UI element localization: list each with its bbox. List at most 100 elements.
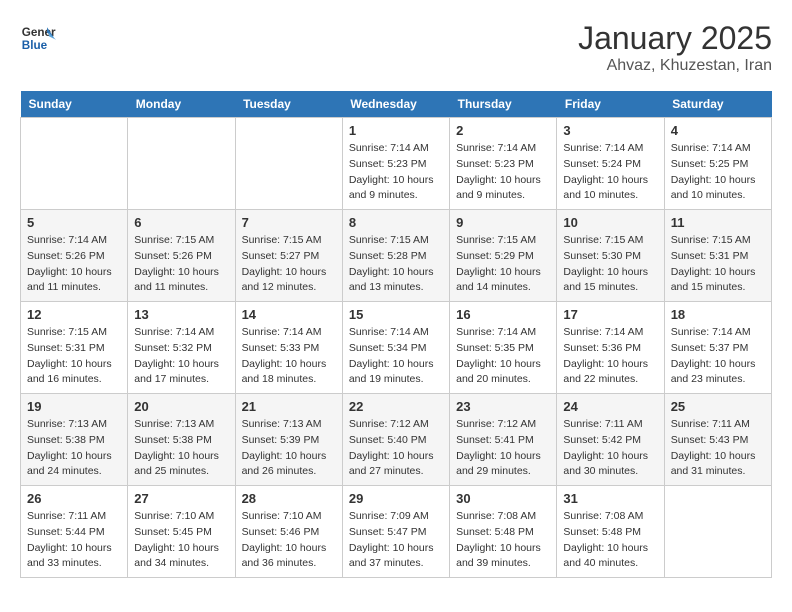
day-number: 22 xyxy=(349,399,443,414)
calendar-cell: 8 Sunrise: 7:15 AMSunset: 5:28 PMDaylight… xyxy=(342,210,449,302)
day-number: 4 xyxy=(671,123,765,138)
calendar-cell: 16 Sunrise: 7:14 AMSunset: 5:35 PMDayligh… xyxy=(450,302,557,394)
day-number: 13 xyxy=(134,307,228,322)
calendar-cell xyxy=(21,118,128,210)
calendar-cell: 21 Sunrise: 7:13 AMSunset: 5:39 PMDayligh… xyxy=(235,394,342,486)
calendar-cell: 9 Sunrise: 7:15 AMSunset: 5:29 PMDaylight… xyxy=(450,210,557,302)
day-header-monday: Monday xyxy=(128,91,235,118)
day-info: Sunrise: 7:14 AMSunset: 5:36 PMDaylight:… xyxy=(563,325,657,388)
day-number: 2 xyxy=(456,123,550,138)
calendar-week-4: 19 Sunrise: 7:13 AMSunset: 5:38 PMDayligh… xyxy=(21,394,772,486)
day-info: Sunrise: 7:14 AMSunset: 5:23 PMDaylight:… xyxy=(349,141,443,204)
calendar-week-2: 5 Sunrise: 7:14 AMSunset: 5:26 PMDaylight… xyxy=(21,210,772,302)
day-header-wednesday: Wednesday xyxy=(342,91,449,118)
calendar-header-row: SundayMondayTuesdayWednesdayThursdayFrid… xyxy=(21,91,772,118)
title-block: January 2025 Ahvaz, Khuzestan, Iran xyxy=(578,20,772,75)
day-number: 21 xyxy=(242,399,336,414)
day-info: Sunrise: 7:12 AMSunset: 5:41 PMDaylight:… xyxy=(456,417,550,480)
calendar-week-5: 26Sunrise: 7:11 AMSunset: 5:44 PMDayligh… xyxy=(21,486,772,578)
day-info: Sunrise: 7:14 AMSunset: 5:37 PMDaylight:… xyxy=(671,325,765,388)
day-info: Sunrise: 7:14 AMSunset: 5:34 PMDaylight:… xyxy=(349,325,443,388)
day-info: Sunrise: 7:11 AMSunset: 5:44 PMDaylight:… xyxy=(27,509,121,572)
day-number: 15 xyxy=(349,307,443,322)
day-header-tuesday: Tuesday xyxy=(235,91,342,118)
calendar-cell: 28Sunrise: 7:10 AMSunset: 5:46 PMDayligh… xyxy=(235,486,342,578)
day-info: Sunrise: 7:13 AMSunset: 5:39 PMDaylight:… xyxy=(242,417,336,480)
day-header-thursday: Thursday xyxy=(450,91,557,118)
day-number: 1 xyxy=(349,123,443,138)
calendar-cell: 11Sunrise: 7:15 AMSunset: 5:31 PMDayligh… xyxy=(664,210,771,302)
day-info: Sunrise: 7:15 AMSunset: 5:28 PMDaylight:… xyxy=(349,233,443,296)
calendar-cell: 4 Sunrise: 7:14 AMSunset: 5:25 PMDaylight… xyxy=(664,118,771,210)
day-number: 9 xyxy=(456,215,550,230)
calendar-cell xyxy=(664,486,771,578)
calendar-cell: 7 Sunrise: 7:15 AMSunset: 5:27 PMDaylight… xyxy=(235,210,342,302)
logo: General Blue xyxy=(20,20,56,56)
day-info: Sunrise: 7:15 AMSunset: 5:26 PMDaylight:… xyxy=(134,233,228,296)
calendar-cell: 17 Sunrise: 7:14 AMSunset: 5:36 PMDayligh… xyxy=(557,302,664,394)
day-number: 24 xyxy=(563,399,657,414)
day-number: 23 xyxy=(456,399,550,414)
day-header-sunday: Sunday xyxy=(21,91,128,118)
day-number: 19 xyxy=(27,399,121,414)
day-number: 28 xyxy=(242,491,336,506)
day-info: Sunrise: 7:12 AMSunset: 5:40 PMDaylight:… xyxy=(349,417,443,480)
day-number: 31 xyxy=(563,491,657,506)
calendar-cell: 24Sunrise: 7:11 AMSunset: 5:42 PMDayligh… xyxy=(557,394,664,486)
day-number: 20 xyxy=(134,399,228,414)
day-info: Sunrise: 7:14 AMSunset: 5:35 PMDaylight:… xyxy=(456,325,550,388)
calendar-cell: 25 Sunrise: 7:11 AMSunset: 5:43 PMDayligh… xyxy=(664,394,771,486)
svg-text:Blue: Blue xyxy=(22,39,48,52)
day-info: Sunrise: 7:14 AMSunset: 5:33 PMDaylight:… xyxy=(242,325,336,388)
day-info: Sunrise: 7:14 AMSunset: 5:32 PMDaylight:… xyxy=(134,325,228,388)
calendar-table: SundayMondayTuesdayWednesdayThursdayFrid… xyxy=(20,91,772,578)
calendar-cell: 12 Sunrise: 7:15 AMSunset: 5:31 PMDayligh… xyxy=(21,302,128,394)
day-header-friday: Friday xyxy=(557,91,664,118)
day-number: 5 xyxy=(27,215,121,230)
calendar-cell: 29 Sunrise: 7:09 AMSunset: 5:47 PMDayligh… xyxy=(342,486,449,578)
day-number: 16 xyxy=(456,307,550,322)
location-title: Ahvaz, Khuzestan, Iran xyxy=(578,57,772,75)
day-info: Sunrise: 7:14 AMSunset: 5:24 PMDaylight:… xyxy=(563,141,657,204)
day-header-saturday: Saturday xyxy=(664,91,771,118)
day-number: 30 xyxy=(456,491,550,506)
day-info: Sunrise: 7:15 AMSunset: 5:31 PMDaylight:… xyxy=(27,325,121,388)
svg-text:General: General xyxy=(22,26,56,39)
day-number: 25 xyxy=(671,399,765,414)
day-info: Sunrise: 7:14 AMSunset: 5:23 PMDaylight:… xyxy=(456,141,550,204)
calendar-cell xyxy=(128,118,235,210)
day-info: Sunrise: 7:13 AMSunset: 5:38 PMDaylight:… xyxy=(27,417,121,480)
calendar-cell: 3Sunrise: 7:14 AMSunset: 5:24 PMDaylight… xyxy=(557,118,664,210)
day-info: Sunrise: 7:09 AMSunset: 5:47 PMDaylight:… xyxy=(349,509,443,572)
day-number: 7 xyxy=(242,215,336,230)
day-info: Sunrise: 7:14 AMSunset: 5:26 PMDaylight:… xyxy=(27,233,121,296)
month-title: January 2025 xyxy=(578,20,772,57)
day-info: Sunrise: 7:15 AMSunset: 5:30 PMDaylight:… xyxy=(563,233,657,296)
calendar-cell: 18 Sunrise: 7:14 AMSunset: 5:37 PMDayligh… xyxy=(664,302,771,394)
calendar-cell: 31 Sunrise: 7:08 AMSunset: 5:48 PMDayligh… xyxy=(557,486,664,578)
day-number: 29 xyxy=(349,491,443,506)
day-info: Sunrise: 7:08 AMSunset: 5:48 PMDaylight:… xyxy=(563,509,657,572)
day-info: Sunrise: 7:11 AMSunset: 5:43 PMDaylight:… xyxy=(671,417,765,480)
calendar-cell: 23 Sunrise: 7:12 AMSunset: 5:41 PMDayligh… xyxy=(450,394,557,486)
day-number: 8 xyxy=(349,215,443,230)
day-number: 18 xyxy=(671,307,765,322)
calendar-cell xyxy=(235,118,342,210)
calendar-cell: 30Sunrise: 7:08 AMSunset: 5:48 PMDayligh… xyxy=(450,486,557,578)
day-number: 11 xyxy=(671,215,765,230)
calendar-cell: 2 Sunrise: 7:14 AMSunset: 5:23 PMDaylight… xyxy=(450,118,557,210)
calendar-cell: 1 Sunrise: 7:14 AMSunset: 5:23 PMDaylight… xyxy=(342,118,449,210)
day-info: Sunrise: 7:15 AMSunset: 5:27 PMDaylight:… xyxy=(242,233,336,296)
day-number: 12 xyxy=(27,307,121,322)
calendar-cell: 26Sunrise: 7:11 AMSunset: 5:44 PMDayligh… xyxy=(21,486,128,578)
day-number: 14 xyxy=(242,307,336,322)
calendar-cell: 22 Sunrise: 7:12 AMSunset: 5:40 PMDayligh… xyxy=(342,394,449,486)
calendar-cell: 15 Sunrise: 7:14 AMSunset: 5:34 PMDayligh… xyxy=(342,302,449,394)
day-info: Sunrise: 7:14 AMSunset: 5:25 PMDaylight:… xyxy=(671,141,765,204)
logo-icon: General Blue xyxy=(20,20,56,56)
calendar-cell: 6Sunrise: 7:15 AMSunset: 5:26 PMDaylight… xyxy=(128,210,235,302)
day-info: Sunrise: 7:15 AMSunset: 5:29 PMDaylight:… xyxy=(456,233,550,296)
day-number: 17 xyxy=(563,307,657,322)
calendar-week-3: 12 Sunrise: 7:15 AMSunset: 5:31 PMDayligh… xyxy=(21,302,772,394)
day-number: 27 xyxy=(134,491,228,506)
